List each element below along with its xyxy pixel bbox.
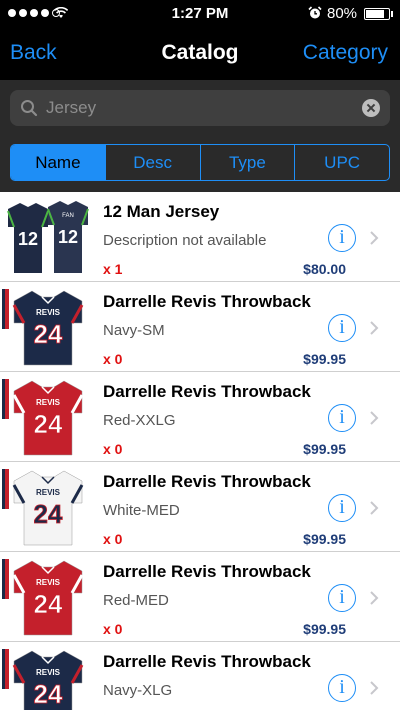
search-scope-segmented-control: Name Desc Type UPC xyxy=(10,144,390,181)
status-bar: 1:27 PM 80% xyxy=(0,0,400,28)
product-price: $99.95 xyxy=(303,621,346,637)
svg-text:24: 24 xyxy=(34,409,63,439)
svg-text:REVIS: REVIS xyxy=(36,668,61,677)
info-icon[interactable]: i xyxy=(328,584,356,612)
info-icon[interactable]: i xyxy=(328,494,356,522)
battery-tip xyxy=(391,11,393,17)
info-icon[interactable]: i xyxy=(328,674,356,702)
svg-text:24: 24 xyxy=(34,319,63,349)
clear-search-icon[interactable] xyxy=(362,99,380,117)
product-list: 12 FAN 12 12 Man Jersey Description not … xyxy=(0,192,400,710)
svg-text:FAN: FAN xyxy=(62,213,74,219)
battery-level-fill xyxy=(366,10,384,18)
product-title: Darrelle Revis Throwback xyxy=(103,382,311,401)
search-bar xyxy=(0,80,400,136)
product-row[interactable]: REVIS 24 Darrelle Revis Throwback Navy-X… xyxy=(0,642,400,710)
info-icon[interactable]: i xyxy=(328,404,356,432)
segment-desc[interactable]: Desc xyxy=(104,145,200,180)
chevron-right-icon[interactable] xyxy=(369,411,379,425)
product-price: $99.95 xyxy=(303,441,346,457)
search-field-container[interactable] xyxy=(10,90,390,126)
product-row[interactable]: REVIS 24 Darrelle Revis Throwback Navy-S… xyxy=(0,282,400,372)
product-description: Navy-XLG xyxy=(103,682,173,699)
jersey-pair-icon: 12 FAN 12 xyxy=(2,197,94,277)
product-row[interactable]: REVIS 24 Darrelle Revis Throwback Red-XX… xyxy=(0,372,400,462)
product-title: Darrelle Revis Throwback xyxy=(103,652,311,671)
segment-upc[interactable]: UPC xyxy=(294,145,389,180)
product-title: Darrelle Revis Throwback xyxy=(103,562,311,581)
product-row[interactable]: 12 FAN 12 12 Man Jersey Description not … xyxy=(0,192,400,282)
jersey-icon: REVIS 24 xyxy=(2,557,94,637)
navigation-bar: Back Catalog Category xyxy=(0,28,400,80)
product-description: Navy-SM xyxy=(103,322,165,339)
search-icon xyxy=(21,100,38,117)
battery-percentage: 80% xyxy=(327,5,358,22)
info-icon[interactable]: i xyxy=(328,224,356,252)
product-quantity: x 1 xyxy=(103,261,123,277)
jersey-icon: REVIS 24 xyxy=(2,377,94,457)
product-price: $80.00 xyxy=(303,261,346,277)
alarm-clock-icon xyxy=(308,6,322,19)
product-price: $99.95 xyxy=(303,531,346,547)
svg-text:REVIS: REVIS xyxy=(36,398,61,407)
svg-text:REVIS: REVIS xyxy=(36,488,61,497)
svg-text:12: 12 xyxy=(18,229,38,249)
product-quantity: x 0 xyxy=(103,531,123,547)
chevron-right-icon[interactable] xyxy=(369,501,379,515)
product-description: White-MED xyxy=(103,502,180,519)
product-row[interactable]: REVIS 24 Darrelle Revis Throwback White-… xyxy=(0,462,400,552)
product-quantity: x 0 xyxy=(103,351,123,367)
svg-text:24: 24 xyxy=(34,589,63,619)
chevron-right-icon[interactable] xyxy=(369,681,379,695)
segment-name[interactable]: Name xyxy=(11,145,105,180)
svg-text:24: 24 xyxy=(34,679,63,709)
product-quantity: x 0 xyxy=(103,621,123,637)
chevron-right-icon[interactable] xyxy=(369,591,379,605)
product-description: Red-MED xyxy=(103,592,169,609)
jersey-icon: REVIS 24 xyxy=(2,467,94,547)
search-input[interactable] xyxy=(46,90,346,126)
jersey-icon: REVIS 24 xyxy=(2,647,94,710)
svg-text:12: 12 xyxy=(58,227,78,247)
chevron-right-icon[interactable] xyxy=(369,321,379,335)
svg-text:REVIS: REVIS xyxy=(36,308,61,317)
product-title: Darrelle Revis Throwback xyxy=(103,292,311,311)
chevron-right-icon[interactable] xyxy=(369,231,379,245)
svg-text:REVIS: REVIS xyxy=(36,578,61,587)
product-title: Darrelle Revis Throwback xyxy=(103,472,311,491)
search-scope-bar: Name Desc Type UPC xyxy=(0,136,400,192)
svg-text:24: 24 xyxy=(34,499,63,529)
info-icon[interactable]: i xyxy=(328,314,356,342)
product-quantity: x 0 xyxy=(103,441,123,457)
product-description: Red-XXLG xyxy=(103,412,176,429)
category-button[interactable]: Category xyxy=(303,41,388,65)
jersey-icon: REVIS 24 xyxy=(2,287,94,367)
segment-type[interactable]: Type xyxy=(199,145,295,180)
product-row[interactable]: REVIS 24 Darrelle Revis Throwback Red-ME… xyxy=(0,552,400,642)
product-title: 12 Man Jersey xyxy=(103,202,220,221)
battery-icon xyxy=(364,8,390,20)
product-description: Description not available xyxy=(103,232,267,249)
product-price: $99.95 xyxy=(303,351,346,367)
